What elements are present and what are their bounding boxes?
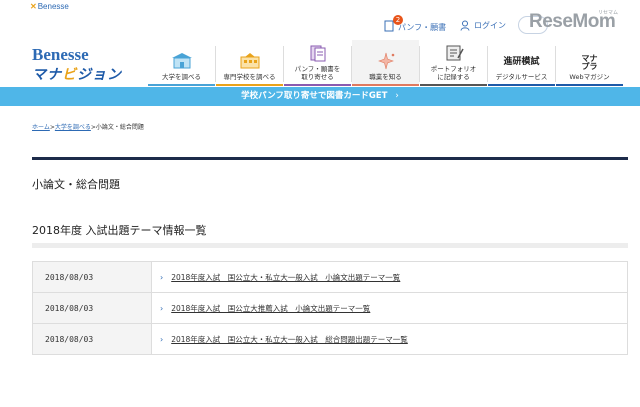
brand-benesse: Benesse [32, 45, 89, 64]
benesse-mark-icon: ✕ [30, 2, 37, 11]
resemom-watermark-sub: リセマム [598, 10, 619, 16]
breadcrumb-home[interactable]: ホーム [32, 124, 50, 131]
row-date: 2018/08/03 [32, 261, 152, 293]
login-link[interactable]: ログイン [460, 20, 506, 31]
nav-item-portfolio[interactable]: ポートフォリオ に記録する [420, 40, 487, 86]
breadcrumb: ホーム>大学を調べる>小論文・総合問題 [32, 124, 144, 131]
login-label: ログイン [474, 21, 506, 30]
row-link-cell: › 2018年度入試 国公立大推薦入試 小論文出題テーマ一覧 [151, 292, 628, 324]
section-title: 2018年度 入試出題テーマ情報一覧 [32, 224, 207, 237]
row-link-cell: › 2018年度入試 国公立大・私立大一般入試 小論文出題テーマ一覧 [151, 261, 628, 293]
pamphlet-icon-wrap: 2 [384, 15, 403, 34]
university-building-icon [171, 53, 192, 69]
row-link[interactable]: 2018年度入試 国公立大・私立大一般入試 総合問題出題テーマ一覧 [171, 335, 408, 344]
row-date: 2018/08/03 [32, 292, 152, 324]
manapura-logo: マナ プラ [581, 54, 598, 71]
row-date: 2018/08/03 [32, 323, 152, 355]
user-icon [460, 20, 470, 31]
section-underline [32, 243, 628, 248]
nav-item-web-magazine[interactable]: マナ プラ Webマガジン [556, 40, 623, 92]
table-row: 2018/08/03 › 2018年度入試 国公立大・私立大一般入試 小論文出題テ… [32, 261, 628, 293]
benesse-corp-logo[interactable]: ✕Benesse [30, 2, 69, 11]
portfolio-icon [446, 45, 464, 61]
title-rule [32, 157, 628, 160]
row-link[interactable]: 2018年度入試 国公立大推薦入試 小論文出題テーマ一覧 [171, 304, 370, 313]
page-title: 小論文・総合問題 [32, 178, 120, 191]
chevron-right-icon: › [160, 272, 164, 282]
chevron-right-icon: › [160, 303, 164, 313]
brand-manabi-vision: マナビジョン [32, 66, 122, 82]
pamphlet-count-badge: 2 [393, 15, 403, 25]
pamphlet-link[interactable]: 2 パンフ・願書 [384, 15, 447, 34]
row-link-cell: › 2018年度入試 国公立大・私立大一般入試 総合問題出題テーマ一覧 [151, 323, 628, 355]
pamphlet-icon [310, 45, 325, 62]
nav-item-shinken-moshi[interactable]: 進研模試 デジタルサービス [488, 40, 555, 86]
school-building-icon [240, 53, 259, 69]
breadcrumb-current: 小論文・総合問題 [95, 124, 144, 131]
nav-item-vocational[interactable]: 専門学校を調べる [216, 40, 283, 86]
sparkle-icon [377, 52, 394, 70]
table-row: 2018/08/03 › 2018年度入試 国公立大推薦入試 小論文出題テーマ一覧 [32, 292, 628, 324]
nav-item-occupation[interactable]: 職業を知る [352, 40, 419, 86]
main-nav: 大学を調べる 専門学校を調べる パンフ・願書を 取り寄せる 職業を知る ポートフ… [148, 40, 623, 92]
table-row: 2018/08/03 › 2018年度入試 国公立大・私立大一般入試 総合問題出題… [32, 323, 628, 355]
chevron-right-icon: › [395, 91, 399, 101]
nav-item-pamphlet[interactable]: パンフ・願書を 取り寄せる [284, 40, 351, 86]
breadcrumb-university[interactable]: 大学を調べる [55, 124, 91, 131]
pamphlet-campaign-banner[interactable]: 学校パンフ取り寄せで図書カードGET › [0, 87, 640, 106]
shinken-moshi-logo: 進研模試 [503, 56, 540, 66]
manabi-vision-logo[interactable]: Benesse マナビジョン [32, 45, 122, 84]
nav-item-university[interactable]: 大学を調べる [148, 40, 215, 86]
banner-text: 学校パンフ取り寄せで図書カードGET [241, 91, 388, 101]
chevron-right-icon: › [160, 334, 164, 344]
row-link[interactable]: 2018年度入試 国公立大・私立大一般入試 小論文出題テーマ一覧 [171, 273, 400, 282]
pamphlet-label: パンフ・願書 [398, 22, 447, 32]
theme-list-table: 2018/08/03 › 2018年度入試 国公立大・私立大一般入試 小論文出題テ… [32, 261, 628, 355]
